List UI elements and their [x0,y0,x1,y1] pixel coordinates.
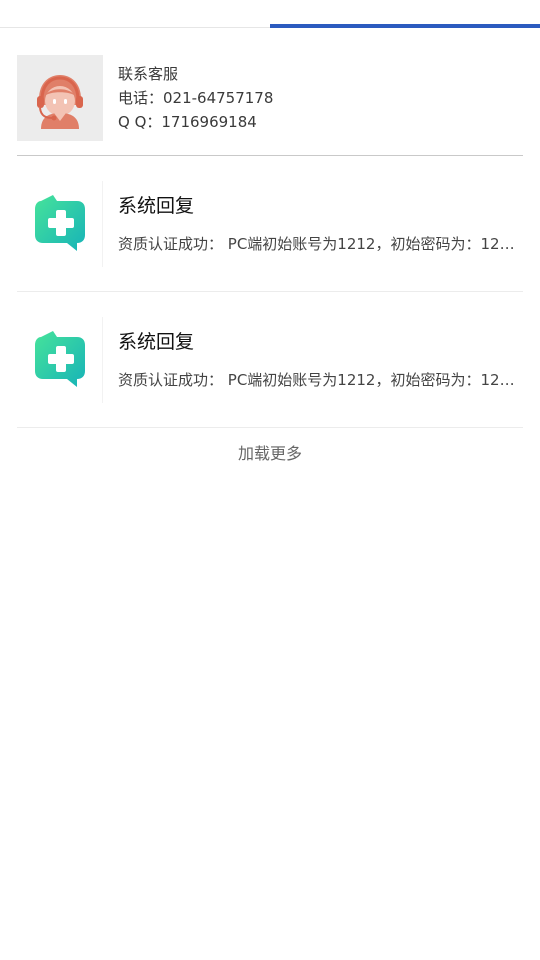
medical-chat-icon [17,180,103,267]
service-title: 联系客服 [118,65,179,83]
message-list: 联系客服 电话：021-64757178 Q Q：1716969184 系统回复… [0,28,540,464]
service-qq[interactable]: Q Q：1716969184 [118,110,273,134]
message-title: 系统回复 [118,331,195,353]
message-preview: 资质认证成功： PC端初始账号为1212，初始密码为：123456 [118,371,523,389]
message-item[interactable]: 系统回复 资质认证成功： PC端初始账号为1212，初始密码为：123456 [17,156,523,292]
load-more-button[interactable]: 加载更多 [17,428,523,464]
message-preview: 资质认证成功： PC端初始账号为1212，初始密码为：123456 [118,235,523,253]
customer-service-avatar-icon [17,55,103,141]
active-tab-indicator [270,24,540,28]
medical-chat-icon [17,316,103,403]
service-phone[interactable]: 电话：021-64757178 [118,86,273,110]
message-item[interactable]: 系统回复 资质认证成功： PC端初始账号为1212，初始密码为：123456 [17,292,523,428]
top-tab-bar [0,0,540,28]
customer-service-card[interactable]: 联系客服 电话：021-64757178 Q Q：1716969184 [17,28,523,156]
message-title: 系统回复 [118,195,195,217]
